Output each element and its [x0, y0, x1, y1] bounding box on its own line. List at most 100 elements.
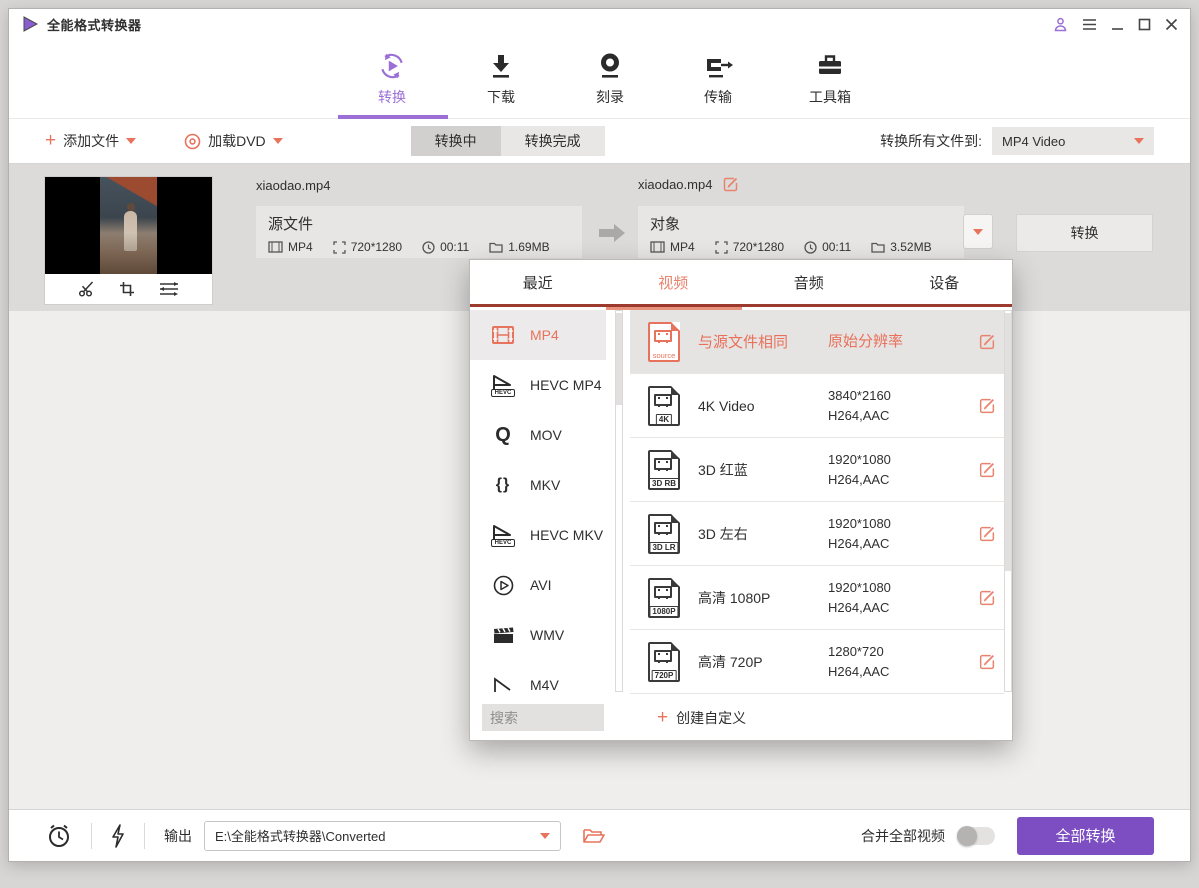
target-file-name: xiaodao.mp4 [638, 177, 712, 192]
format-label: MP4 [530, 327, 559, 343]
target-format: MP4 [650, 240, 695, 254]
preset-4k-video[interactable]: 4K 4K Video 3840*2160H264,AAC [630, 374, 1004, 438]
edit-preset-icon[interactable] [978, 525, 996, 543]
format-list-scrollbar[interactable] [615, 310, 623, 692]
hevc-badge: HEVC [491, 539, 515, 547]
preset-specs: 1920*1080H264,AAC [828, 578, 958, 618]
source-info-panel: 源文件 MP4 720*1280 [256, 206, 582, 258]
preset-name: 3D 左右 [698, 524, 828, 544]
format-item-wmv[interactable]: WMV [470, 610, 606, 660]
toolbar: + 添加文件 加载DVD 转换中 转换完成 转换所有文件到: MP4 Video [9, 119, 1190, 164]
burn-disc-icon [597, 52, 623, 80]
source-size: 1.69MB [489, 240, 549, 254]
clock-icon [422, 241, 435, 254]
preset-specs: 1280*720H264,AAC [828, 642, 958, 682]
film-icon [268, 241, 283, 253]
format-label: WMV [530, 627, 564, 643]
load-dvd-button[interactable]: 加载DVD [184, 131, 283, 151]
mp4-film-icon [492, 326, 514, 344]
clock-icon [804, 241, 817, 254]
output-format-value: MP4 Video [1002, 134, 1065, 149]
format-item-mp4[interactable]: MP4 [470, 310, 606, 360]
tab-download-label: 下载 [459, 87, 543, 107]
chevron-down-icon [1134, 138, 1144, 144]
convert-button[interactable]: 转换 [1016, 214, 1153, 252]
m4v-icon [492, 676, 514, 692]
tab-transfer[interactable]: 传输 [676, 51, 760, 107]
format-item-hevc-mkv[interactable]: HEVC HEVC MKV [470, 510, 606, 560]
tab-converted[interactable]: 转换完成 [501, 126, 605, 156]
bottom-bar: 输出 合并全部视频 全部转换 [9, 809, 1190, 861]
format-search-input[interactable] [482, 704, 604, 731]
edit-preset-icon[interactable] [978, 461, 996, 479]
output-path-dropdown[interactable] [204, 821, 561, 851]
format-item-hevc-mp4[interactable]: HEVC HEVC MP4 [470, 360, 606, 410]
user-account-icon[interactable] [1053, 17, 1068, 32]
edit-preset-icon[interactable] [978, 333, 996, 351]
minimize-icon[interactable] [1111, 18, 1124, 31]
tab-burn[interactable]: 刻录 [568, 51, 652, 107]
rename-edit-icon[interactable] [722, 176, 739, 193]
target-panel-title: 对象 [650, 213, 952, 234]
convert-all-button[interactable]: 全部转换 [1017, 817, 1154, 855]
format-item-mkv[interactable]: {} MKV [470, 460, 606, 510]
crop-icon[interactable] [119, 281, 135, 297]
preset-hd-720p[interactable]: 720P 高清 720P 1280*720H264,AAC [630, 630, 1004, 694]
scrollbar-thumb[interactable] [1005, 313, 1011, 571]
close-icon[interactable] [1165, 18, 1178, 31]
preset-hd-1080p[interactable]: 1080P 高清 1080P 1920*1080H264,AAC [630, 566, 1004, 630]
tab-audio[interactable]: 音频 [741, 260, 877, 304]
tab-recent[interactable]: 最近 [470, 260, 606, 304]
app-title: 全能格式转换器 [47, 15, 142, 34]
tab-download[interactable]: 下载 [459, 51, 543, 107]
preset-3d-left-right[interactable]: 3D LR 3D 左右 1920*1080H264,AAC [630, 502, 1004, 566]
schedule-timer-icon[interactable] [46, 823, 72, 849]
preset-same-as-source[interactable]: source 与源文件相同 原始分辨率 [630, 310, 1004, 374]
tab-device[interactable]: 设备 [877, 260, 1013, 304]
trim-scissors-icon[interactable] [78, 281, 95, 297]
tab-convert[interactable]: 转换 [350, 51, 434, 107]
tab-toolbox[interactable]: 工具箱 [788, 51, 872, 107]
scrollbar-thumb[interactable] [616, 313, 622, 405]
format-label: M4V [530, 677, 559, 692]
create-custom-label: 创建自定义 [676, 708, 746, 728]
edit-preset-icon[interactable] [978, 397, 996, 415]
tab-toolbox-label: 工具箱 [788, 87, 872, 107]
convert-status-tabs: 转换中 转换完成 [411, 126, 605, 156]
menu-icon[interactable] [1082, 18, 1097, 31]
output-path-input[interactable] [215, 828, 532, 843]
maximize-icon[interactable] [1138, 18, 1151, 31]
source-panel-title: 源文件 [268, 213, 570, 234]
divider [91, 823, 92, 849]
format-item-avi[interactable]: AVI [470, 560, 606, 610]
create-custom-button[interactable]: + 创建自定义 [657, 708, 746, 728]
tab-converting[interactable]: 转换中 [411, 126, 501, 156]
format-label: MKV [530, 477, 560, 493]
open-folder-icon[interactable] [583, 827, 605, 844]
edit-preset-icon[interactable] [978, 653, 996, 671]
main-nav: 转换 下载 刻录 [9, 39, 1190, 119]
source-badge-icon: source [648, 322, 680, 362]
target-format-dropdown-button[interactable] [963, 214, 993, 249]
output-format-dropdown[interactable]: MP4 Video [992, 127, 1154, 155]
add-files-button[interactable]: + 添加文件 [45, 131, 136, 151]
preset-list-scrollbar[interactable] [1004, 310, 1012, 692]
tab-video[interactable]: 视频 [606, 260, 742, 304]
tab-convert-label: 转换 [350, 87, 434, 107]
preset-specs: 3840*2160H264,AAC [828, 386, 958, 426]
chevron-down-icon [273, 138, 283, 144]
hevc-badge: HEVC [491, 389, 515, 397]
preset-3d-red-blue[interactable]: 3D RB 3D 红蓝 1920*1080H264,AAC [630, 438, 1004, 502]
transfer-icon [703, 52, 733, 80]
folder-icon [489, 241, 503, 253]
preset-name: 3D 红蓝 [698, 460, 828, 480]
video-thumbnail [45, 177, 212, 274]
adjust-effects-icon[interactable] [159, 281, 179, 297]
merge-toggle[interactable] [957, 827, 995, 845]
format-item-m4v[interactable]: M4V [470, 660, 606, 692]
plus-icon: + [657, 710, 668, 726]
high-speed-icon[interactable] [111, 824, 125, 848]
format-item-mov[interactable]: Q MOV [470, 410, 606, 460]
edit-preset-icon[interactable] [978, 589, 996, 607]
3d-lr-badge-icon: 3D LR [648, 514, 680, 554]
